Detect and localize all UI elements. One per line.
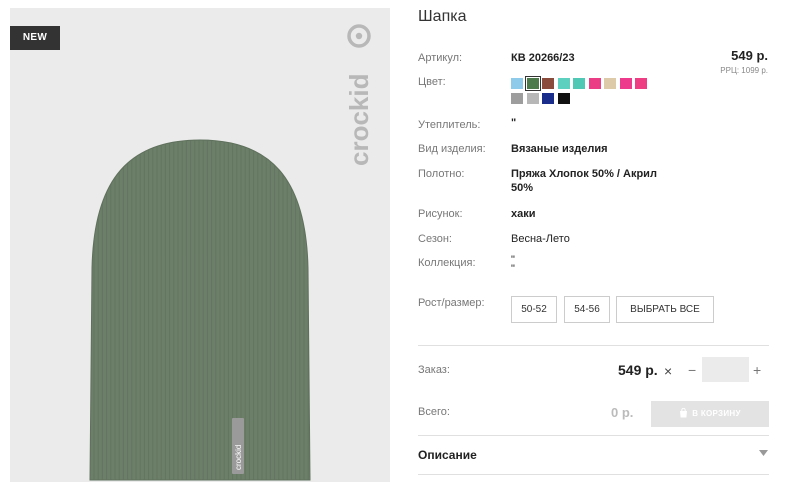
cart-icon: [680, 407, 688, 418]
color-swatch[interactable]: [511, 93, 523, 104]
total-value: 0 р.: [611, 405, 634, 420]
product-title: Шапка: [418, 8, 467, 25]
fabric-label: Полотно:: [418, 168, 465, 180]
color-swatch[interactable]: [573, 78, 585, 89]
color-swatch[interactable]: [526, 93, 539, 104]
hat-photo: crockid: [89, 139, 311, 481]
insulation-label: Утеплитель:: [418, 119, 481, 131]
divider: [418, 345, 769, 346]
article-label: Артикул:: [418, 52, 463, 64]
order-unit-price: 549 р.: [618, 362, 658, 378]
color-swatch[interactable]: [557, 78, 570, 89]
add-to-cart-button[interactable]: В КОРЗИНУ: [651, 401, 769, 427]
quantity-decrease-button[interactable]: −: [688, 362, 696, 378]
description-toggle[interactable]: Описание: [418, 448, 477, 462]
order-label: Заказ:: [418, 364, 450, 376]
fabric-value-line1: Пряжа Хлопок 50% / Акрил: [511, 168, 657, 180]
divider: [418, 474, 769, 475]
size-label: Рост/размер:: [418, 297, 485, 309]
color-swatch[interactable]: [524, 76, 541, 91]
total-label: Всего:: [418, 406, 450, 418]
color-swatch[interactable]: [635, 78, 647, 89]
season-value: Весна-Лето: [511, 233, 570, 245]
quantity-increase-button[interactable]: +: [753, 362, 761, 378]
new-badge: NEW: [10, 26, 60, 50]
insulation-value: ": [511, 117, 517, 129]
pattern-label: Рисунок:: [418, 208, 463, 220]
multiply-icon: ×: [664, 363, 673, 379]
add-to-cart-label: В КОРЗИНУ: [692, 409, 741, 418]
color-swatch[interactable]: [604, 78, 616, 89]
collection-label: Коллекция:: [418, 257, 476, 269]
hat-label-tag: crockid: [232, 418, 244, 474]
product-image[interactable]: NEW crockid crockid: [10, 8, 390, 482]
color-swatch[interactable]: [542, 93, 554, 104]
color-swatch[interactable]: [511, 78, 523, 89]
recommended-price: РРЦ: 1099 р.: [720, 66, 768, 75]
divider: [418, 435, 769, 436]
hat-tag-text: crockid: [234, 445, 243, 470]
color-swatch[interactable]: [588, 78, 601, 89]
season-label: Сезон:: [418, 233, 452, 245]
size-option-50-52[interactable]: 50-52: [511, 296, 557, 323]
color-swatch[interactable]: [619, 78, 632, 89]
product-type-value: Вязаные изделия: [511, 143, 608, 155]
chevron-down-icon[interactable]: [759, 450, 768, 456]
size-option-54-56[interactable]: 54-56: [564, 296, 610, 323]
article-value: КВ 20266/23: [511, 52, 575, 64]
color-swatch[interactable]: [557, 93, 570, 104]
product-type-label: Вид изделия:: [418, 143, 486, 155]
quantity-input[interactable]: [702, 357, 749, 382]
product-price: 549 р.: [731, 48, 768, 63]
collection-value-line2: ": [511, 263, 515, 275]
pattern-value: хаки: [511, 208, 536, 220]
color-label: Цвет:: [418, 76, 446, 88]
brand-logo: crockid: [344, 24, 374, 167]
select-all-sizes-button[interactable]: ВЫБРАТЬ ВСЕ: [616, 296, 714, 323]
brand-logo-mark: [347, 24, 371, 48]
fabric-value-line2: 50%: [511, 182, 534, 194]
brand-logo-text: crockid: [344, 74, 374, 167]
color-swatch[interactable]: [542, 78, 554, 89]
